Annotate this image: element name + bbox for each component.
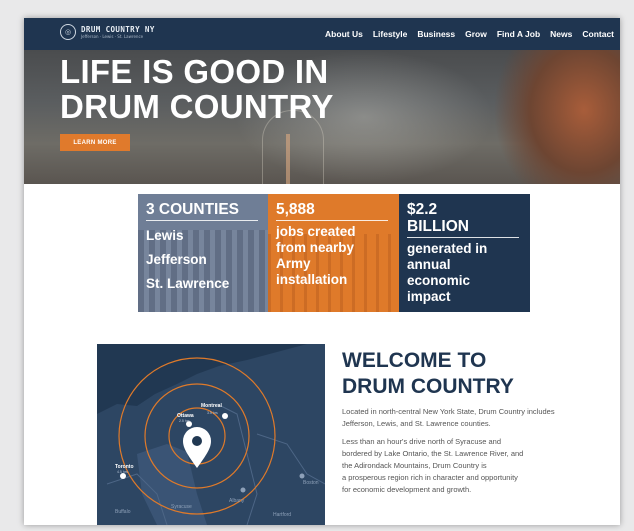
label-buffalo: Buffalo — [115, 509, 131, 515]
stat-divider — [146, 220, 258, 221]
stat-card-jobs: 5,888 jobs created from nearby Army inst… — [268, 194, 399, 312]
land-shape — [97, 344, 325, 525]
distance-toronto: 4.5 hrs — [117, 470, 128, 474]
stat-heading: 5,888 — [276, 201, 315, 218]
nav-item-business[interactable]: Business — [417, 29, 455, 39]
welcome-paragraph-1: Located in north-central New York State,… — [342, 407, 555, 428]
stat-heading-line1: $2.2 — [407, 201, 438, 218]
hero-banner: LIFE IS GOOD IN DRUM COUNTRY LEARN MORE — [24, 50, 620, 184]
hero-headline-line2: DRUM COUNTRY — [60, 88, 334, 125]
stat-card-counties: 3 COUNTIES Lewis Jefferson St. Lawrence — [138, 194, 268, 312]
stat-text-line: annual — [407, 257, 451, 272]
stat-text-line: jobs created — [276, 224, 356, 239]
stat-heading-line2: BILLION — [407, 218, 469, 235]
nav-item-about-us[interactable]: About Us — [325, 29, 363, 39]
map-point — [240, 487, 246, 493]
straw-graphic — [286, 134, 290, 184]
page-frame: ◎ DRUM COUNTRY NY Jefferson · Lewis · St… — [24, 18, 620, 525]
welcome-paragraph-2: Less than an hour's drive north of Syrac… — [342, 436, 582, 496]
hero-headline-line1: LIFE IS GOOD IN — [60, 53, 329, 90]
stat-text-line: economic — [407, 273, 471, 288]
stat-text-line: installation — [276, 272, 348, 287]
stat-text-line: Army — [276, 256, 311, 271]
site-logo[interactable]: ◎ DRUM COUNTRY NY Jefferson · Lewis · St… — [60, 24, 155, 40]
distance-ottawa: 2.5 hrs — [179, 419, 190, 423]
stat-heading: 3 COUNTIES — [146, 201, 240, 218]
welcome-title: WELCOME TO DRUM COUNTRY — [342, 348, 582, 400]
main-menu: About Us Lifestyle Business Grow Find A … — [325, 18, 614, 50]
stat-text-line: generated in — [407, 241, 488, 256]
paragraph-line: a prosperous region rich in character an… — [342, 473, 518, 482]
county-jefferson: Jefferson — [146, 252, 207, 267]
hero-headline: LIFE IS GOOD IN DRUM COUNTRY — [60, 54, 334, 124]
paragraph-line: Less than an hour's drive north of Syrac… — [342, 437, 502, 446]
logo-title: DRUM COUNTRY NY — [81, 25, 155, 34]
welcome-title-line2: DRUM COUNTRY — [342, 375, 514, 398]
stat-text-line: impact — [407, 289, 451, 304]
region-map: Montreal 3.5 hrs Ottawa 2.5 hrs Toronto … — [97, 344, 325, 525]
map-point — [299, 473, 305, 479]
nav-item-grow[interactable]: Grow — [465, 29, 487, 39]
drum-logo-icon: ◎ — [60, 24, 76, 40]
nav-item-news[interactable]: News — [550, 29, 572, 39]
county-lewis: Lewis — [146, 228, 184, 243]
paragraph-line: the Adirondack Mountains, Drum Country i… — [342, 461, 487, 470]
nav-item-find-a-job[interactable]: Find A Job — [497, 29, 540, 39]
paragraph-line: for economic development and growth. — [342, 485, 472, 494]
top-navigation: ◎ DRUM COUNTRY NY Jefferson · Lewis · St… — [24, 18, 620, 50]
stats-row: 3 COUNTIES Lewis Jefferson St. Lawrence … — [138, 194, 530, 312]
stat-divider — [276, 220, 388, 221]
stat-card-economic-impact: $2.2 BILLION generated in annual economi… — [399, 194, 530, 312]
nav-item-lifestyle[interactable]: Lifestyle — [373, 29, 408, 39]
welcome-title-line1: WELCOME TO — [342, 349, 487, 372]
label-syracuse: Syracuse — [171, 504, 192, 510]
region-map-graphic: Montreal 3.5 hrs Ottawa 2.5 hrs Toronto … — [97, 344, 325, 525]
nav-item-contact[interactable]: Contact — [582, 29, 614, 39]
learn-more-button[interactable]: LEARN MORE — [60, 134, 130, 151]
county-st-lawrence: St. Lawrence — [146, 276, 230, 291]
stat-divider — [407, 237, 519, 238]
label-montreal: Montreal — [201, 403, 222, 409]
label-hartford: Hartford — [273, 512, 291, 518]
map-point — [222, 413, 228, 419]
logo-subtitle: Jefferson · Lewis · St. Lawrence — [81, 34, 144, 39]
paragraph-line: bordered by Lake Ontario, the St. Lawren… — [342, 449, 524, 458]
stat-text-line: from nearby — [276, 240, 355, 255]
distance-montreal: 3.5 hrs — [207, 411, 218, 415]
label-boston: Boston — [303, 480, 319, 486]
label-albany: Albany — [229, 498, 245, 504]
welcome-section: WELCOME TO DRUM COUNTRY Located in north… — [342, 348, 582, 496]
